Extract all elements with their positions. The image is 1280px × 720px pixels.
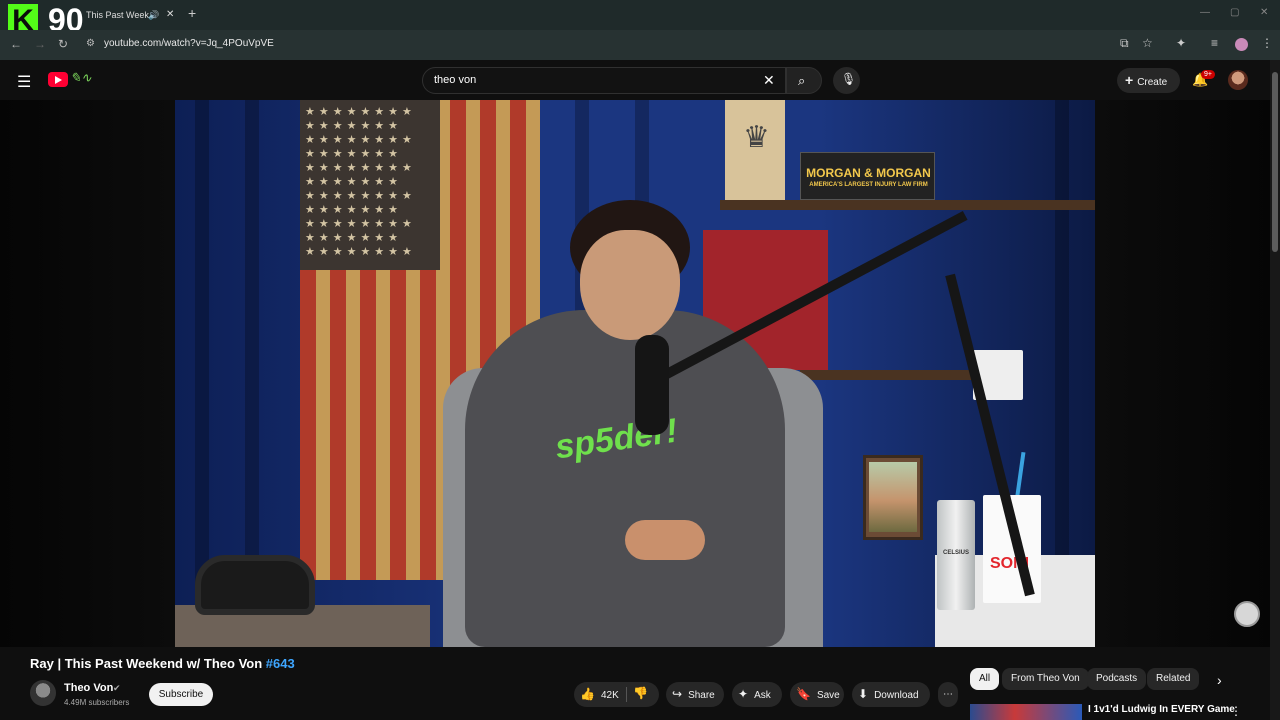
maximize-icon[interactable]: ▢	[1230, 7, 1239, 18]
video-frame[interactable]: ★★★★★★★★ ★★★★★★★ ★★★★★★★★ ★★★★★★★ ★★★★★★…	[175, 100, 1095, 647]
browser-profile-avatar[interactable]	[1235, 38, 1248, 51]
hashtag-link[interactable]: #643	[266, 656, 295, 671]
chip-related[interactable]: Related	[1147, 668, 1200, 690]
thumbs-up-icon: 👍	[580, 687, 595, 701]
create-label: Create	[1137, 77, 1168, 88]
microphone	[635, 335, 669, 435]
like-count: 42K	[600, 690, 619, 701]
tab-close-icon[interactable]: ✕	[166, 4, 174, 26]
guest-hands	[625, 520, 705, 560]
pineapple-drawing: ♛	[743, 121, 770, 154]
chip-from-theo-von[interactable]: From Theo Von	[1002, 668, 1089, 690]
more-actions-button[interactable]: ⋯	[938, 682, 958, 707]
sponsor-subtitle: AMERICA'S LARGEST INJURY LAW FIRM	[809, 182, 928, 188]
recommendation-title[interactable]: I 1v1'd Ludwig In EVERY Game	[1088, 704, 1235, 715]
video-title: Ray | This Past Weekend w/ Theo Von #643	[30, 656, 295, 671]
recommendation-menu-icon[interactable]: ⋮	[1230, 704, 1242, 718]
reload-icon[interactable]: ↻	[58, 37, 68, 51]
browser-menu-icon[interactable]: ⋮	[1261, 36, 1273, 50]
floating-avatar[interactable]	[1234, 601, 1260, 627]
share-button[interactable]: ↪ Share	[666, 682, 724, 707]
flag-stars: ★★★★★★★★ ★★★★★★★ ★★★★★★★★ ★★★★★★★ ★★★★★★…	[305, 106, 416, 258]
search-input[interactable]: theo von	[434, 74, 476, 86]
voice-search-button[interactable]: 🎙	[833, 67, 860, 94]
bookmark-star-icon[interactable]: ☆	[1142, 36, 1153, 50]
extensions-icon[interactable]: ✦	[1176, 36, 1186, 50]
headphones	[195, 555, 315, 615]
lower-shelf	[800, 370, 980, 380]
url-field[interactable]: youtube.com/watch?v=Jq_4POuVpVE	[104, 38, 274, 49]
scrollbar-thumb[interactable]	[1272, 72, 1278, 252]
save-label: Save	[816, 690, 840, 701]
clear-search-icon[interactable]: ✕	[763, 72, 775, 89]
download-icon: ⬇	[858, 687, 869, 701]
share-icon: ↪	[672, 687, 683, 701]
sparkle-icon: ✦	[738, 687, 749, 701]
share-label: Share	[688, 690, 715, 701]
thumbs-down-icon[interactable]: 👎	[633, 686, 648, 700]
subscriber-count: 4.49M subscribers	[64, 698, 130, 707]
guest-hoodie	[465, 310, 785, 647]
like-divider	[626, 687, 627, 702]
download-button[interactable]: ⬇ Download	[852, 682, 930, 707]
audio-icon[interactable]: 🔊	[148, 4, 159, 26]
sponsor-title: MORGAN & MORGAN	[806, 166, 931, 180]
can-label: CELSIUS	[942, 550, 969, 556]
shelf	[720, 200, 1095, 210]
site-info-icon[interactable]: ⚙	[86, 38, 95, 49]
chip-all[interactable]: All	[970, 668, 1000, 690]
browser-tab[interactable]: This Past Week 🔊 ✕	[80, 4, 180, 26]
window-close-icon[interactable]: ✕	[1260, 7, 1268, 18]
verified-icon: ✔	[113, 683, 121, 693]
new-tab-button[interactable]: +	[188, 5, 196, 21]
chip-podcasts[interactable]: Podcasts	[1087, 668, 1147, 690]
search-box[interactable]	[422, 67, 786, 94]
ask-label: Ask	[754, 690, 771, 701]
framed-portrait	[869, 462, 917, 532]
search-button[interactable]: ⌕	[786, 67, 822, 94]
media-controls-icon[interactable]: ≡	[1211, 36, 1218, 50]
youtube-logo[interactable]	[48, 72, 68, 87]
microphone-icon: 🎙	[841, 72, 857, 86]
channel-avatar[interactable]	[30, 680, 56, 706]
video-title-text: Ray | This Past Weekend w/ Theo Von	[30, 656, 263, 671]
search-icon: ⌕	[798, 73, 806, 88]
chevron-right-icon[interactable]: ›	[1217, 672, 1222, 688]
guide-menu-icon[interactable]: ☰	[17, 72, 31, 92]
install-app-icon[interactable]: ⧉	[1120, 36, 1129, 51]
subscribe-button[interactable]: Subscribe	[149, 683, 213, 706]
tab-title: This Past Week	[86, 10, 149, 20]
recommendation-thumbnail[interactable]	[970, 704, 1082, 720]
bookmark-icon: 🔖	[796, 687, 811, 701]
forward-icon[interactable]: →	[34, 37, 46, 51]
download-label: Download	[874, 690, 919, 701]
create-button[interactable]: + Create	[1117, 68, 1180, 93]
save-button[interactable]: 🔖 Save	[790, 682, 844, 707]
channel-name[interactable]: Theo Von	[64, 682, 113, 694]
back-icon[interactable]: ←	[10, 37, 22, 51]
doodle-logo[interactable]: ✎∿	[70, 70, 108, 90]
account-avatar[interactable]	[1228, 70, 1248, 90]
ask-button[interactable]: ✦ Ask	[732, 682, 782, 707]
minimize-icon[interactable]: —	[1200, 7, 1210, 18]
plus-icon: +	[1125, 72, 1134, 88]
guest-face	[580, 230, 680, 340]
notification-count-badge: 9+	[1201, 70, 1215, 79]
